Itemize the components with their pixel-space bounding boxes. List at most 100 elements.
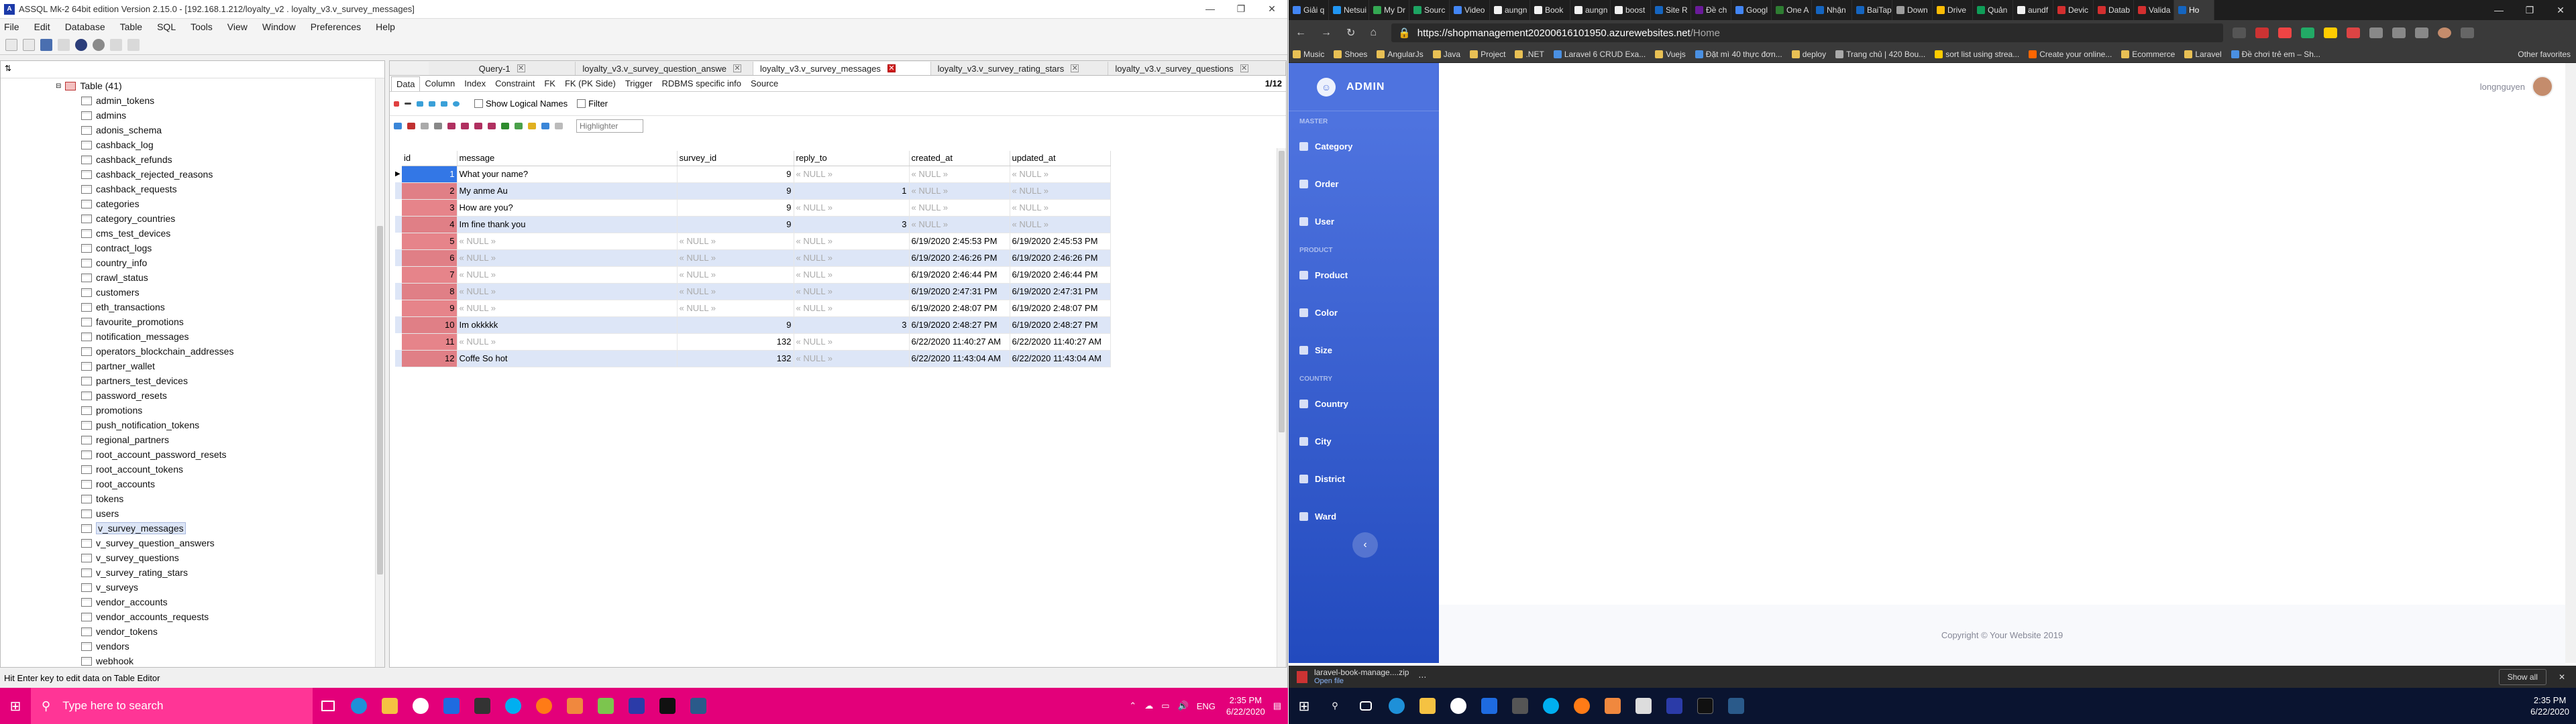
git-app-icon[interactable] <box>559 688 590 724</box>
column-header-created-at[interactable]: created_at <box>909 151 1010 166</box>
network-icon[interactable]: ▭ <box>1161 701 1169 711</box>
sidebar-item-order[interactable]: Order <box>1289 165 1439 202</box>
cell-message[interactable]: « NULL » <box>457 333 678 351</box>
filter-checkbox[interactable]: Filter <box>577 99 608 109</box>
add-row-icon[interactable] <box>394 101 399 107</box>
cell-message[interactable]: How are you? <box>457 199 678 217</box>
sidebar-item-user[interactable]: User <box>1289 202 1439 240</box>
browser-tab[interactable]: Site R <box>1651 0 1691 20</box>
grid-view-icon[interactable] <box>515 123 523 129</box>
cell-reply-to[interactable]: 3 <box>794 316 910 334</box>
git-app-icon[interactable] <box>1597 688 1628 724</box>
chrome-app-icon[interactable] <box>405 688 436 724</box>
notepad-app-icon[interactable] <box>1628 688 1659 724</box>
cancel-icon[interactable] <box>441 101 447 107</box>
sidebar-item-size[interactable]: Size <box>1289 331 1439 369</box>
cell-reply-to[interactable]: 3 <box>794 216 910 233</box>
extension-icon[interactable] <box>2301 27 2315 38</box>
cell-message[interactable]: Coffe So hot <box>457 350 678 367</box>
download-more-icon[interactable]: ⋯ <box>1418 672 1426 682</box>
paste-icon[interactable] <box>434 123 442 129</box>
query-tab[interactable]: loyalty_v3.v_survey_question_answe ✕ <box>576 62 753 75</box>
cell-created-at[interactable]: 6/22/2020 11:40:27 AM <box>909 333 1010 351</box>
cell-updated-at[interactable]: « NULL » <box>1010 216 1111 233</box>
cell-reply-to[interactable]: « NULL » <box>794 266 910 284</box>
new-icon[interactable] <box>5 38 17 51</box>
comment-icon[interactable] <box>555 123 563 129</box>
cell-updated-at[interactable]: 6/22/2020 11:40:27 AM <box>1010 333 1111 351</box>
task-view-icon[interactable] <box>313 688 343 724</box>
browser-tab[interactable]: Googl <box>1731 0 1772 20</box>
cell-id[interactable]: 4 <box>402 216 458 233</box>
cell-created-at[interactable]: 6/19/2020 2:46:44 PM <box>909 266 1010 284</box>
export-icon[interactable] <box>447 123 455 129</box>
menu-item-view[interactable]: View <box>227 21 248 32</box>
bookmark-folder[interactable]: Music <box>1293 50 1324 59</box>
tree-item-root-account-password-resets[interactable]: root_account_password_resets <box>1 447 375 462</box>
tab-data[interactable]: Data <box>391 76 421 91</box>
browser-tab[interactable]: Quản <box>1973 0 2013 20</box>
terminal-app-icon[interactable] <box>467 688 498 724</box>
cell-survey-id[interactable]: « NULL » <box>677 249 794 267</box>
table-row[interactable]: 3 How are you? 9 « NULL » « NULL » « NULL » <box>395 199 1111 217</box>
tree-item-admins[interactable]: admins <box>1 108 375 123</box>
vs-app-icon[interactable] <box>683 688 714 724</box>
remove-row-icon[interactable] <box>405 103 411 105</box>
cell-message[interactable]: « NULL » <box>457 266 678 284</box>
table-row[interactable]: 7 « NULL » « NULL » « NULL » 6/19/2020 2:46:… <box>395 266 1111 284</box>
tree-item-vendor-accounts[interactable]: vendor_accounts <box>1 595 375 609</box>
tree-item-cashback-log[interactable]: cashback_log <box>1 137 375 152</box>
vs-app-icon[interactable] <box>1721 688 1752 724</box>
cmd-app-icon[interactable] <box>652 688 683 724</box>
copy-icon[interactable] <box>58 38 70 51</box>
browser-tab[interactable]: Video <box>1450 0 1490 20</box>
column-header-reply-to[interactable]: reply_to <box>794 151 910 166</box>
start-icon[interactable]: ⊞ <box>0 688 31 724</box>
restore-icon[interactable]: ❐ <box>1226 3 1256 15</box>
menu-item-edit[interactable]: Edit <box>34 21 50 32</box>
highlighter-input[interactable] <box>576 119 643 133</box>
menu-item-database[interactable]: Database <box>65 21 105 32</box>
bookmark-folder[interactable]: Java <box>1432 50 1460 59</box>
sidebar-item-ward[interactable]: Ward <box>1289 497 1439 535</box>
bookmark-folder[interactable]: Laravel <box>2184 50 2222 59</box>
cell-message[interactable]: « NULL » <box>457 283 678 300</box>
table-row[interactable]: 4 Im fine thank you 9 3 « NULL » « NULL » <box>395 216 1111 233</box>
notepad-app-icon[interactable] <box>590 688 621 724</box>
cell-survey-id[interactable]: 9 <box>677 199 794 217</box>
cell-id[interactable]: 7 <box>402 266 458 284</box>
tab-constraint[interactable]: Constraint <box>490 78 539 88</box>
grid-icon[interactable] <box>110 38 122 51</box>
cell-created-at[interactable]: 6/19/2020 2:46:26 PM <box>909 249 1010 267</box>
browser-tab[interactable]: Netsui <box>1329 0 1369 20</box>
close-download-bar-icon[interactable]: ✕ <box>2559 672 2565 682</box>
browser-tab[interactable]: One A <box>1772 0 1812 20</box>
tree-item-regional-partners[interactable]: regional_partners <box>1 432 375 447</box>
url-field[interactable]: 🔒 https://shopmanagement20200616101950.a… <box>1391 23 2224 42</box>
cell-updated-at[interactable]: 6/19/2020 2:46:26 PM <box>1010 249 1111 267</box>
collections-icon[interactable] <box>2369 27 2383 38</box>
tree-item-notification-messages[interactable]: notification_messages <box>1 329 375 344</box>
bookmark-link[interactable]: Đặt mì 40 thực đơn... <box>1695 50 1782 59</box>
task-view-icon[interactable] <box>1350 688 1381 724</box>
tree-folder-table[interactable]: ⊟ Table (41) <box>1 78 375 93</box>
cell-reply-to[interactable]: « NULL » <box>794 283 910 300</box>
tree-item-v-survey-rating-stars[interactable]: v_survey_rating_stars <box>1 565 375 580</box>
sort-asc-icon[interactable] <box>474 123 482 129</box>
cell-reply-to[interactable]: « NULL » <box>794 166 910 183</box>
cloud-icon[interactable]: ☁ <box>1144 701 1153 711</box>
cell-created-at[interactable]: 6/22/2020 11:43:04 AM <box>909 350 1010 367</box>
sidebar-toggle-button[interactable]: ‹ <box>1352 532 1378 558</box>
browser-tab[interactable]: aundf <box>2013 0 2053 20</box>
skype-app-icon[interactable] <box>498 688 529 724</box>
browser-tab[interactable]: Devic <box>2053 0 2094 20</box>
query-tab[interactable]: loyalty_v3.v_survey_rating_stars ✕ <box>930 62 1109 75</box>
open-file-link[interactable]: Open file <box>1314 677 1409 686</box>
clock[interactable]: 2:35 PM 6/22/2020 <box>1226 695 1265 717</box>
cell-reply-to[interactable]: « NULL » <box>794 300 910 317</box>
sidebar-item-color[interactable]: Color <box>1289 294 1439 331</box>
close-tab-icon[interactable]: ✕ <box>1071 64 1079 72</box>
column-header-survey-id[interactable]: survey_id <box>677 151 794 166</box>
cell-reply-to[interactable]: « NULL » <box>794 249 910 267</box>
tab-rdbms-specific-info[interactable]: RDBMS specific info <box>657 78 746 88</box>
